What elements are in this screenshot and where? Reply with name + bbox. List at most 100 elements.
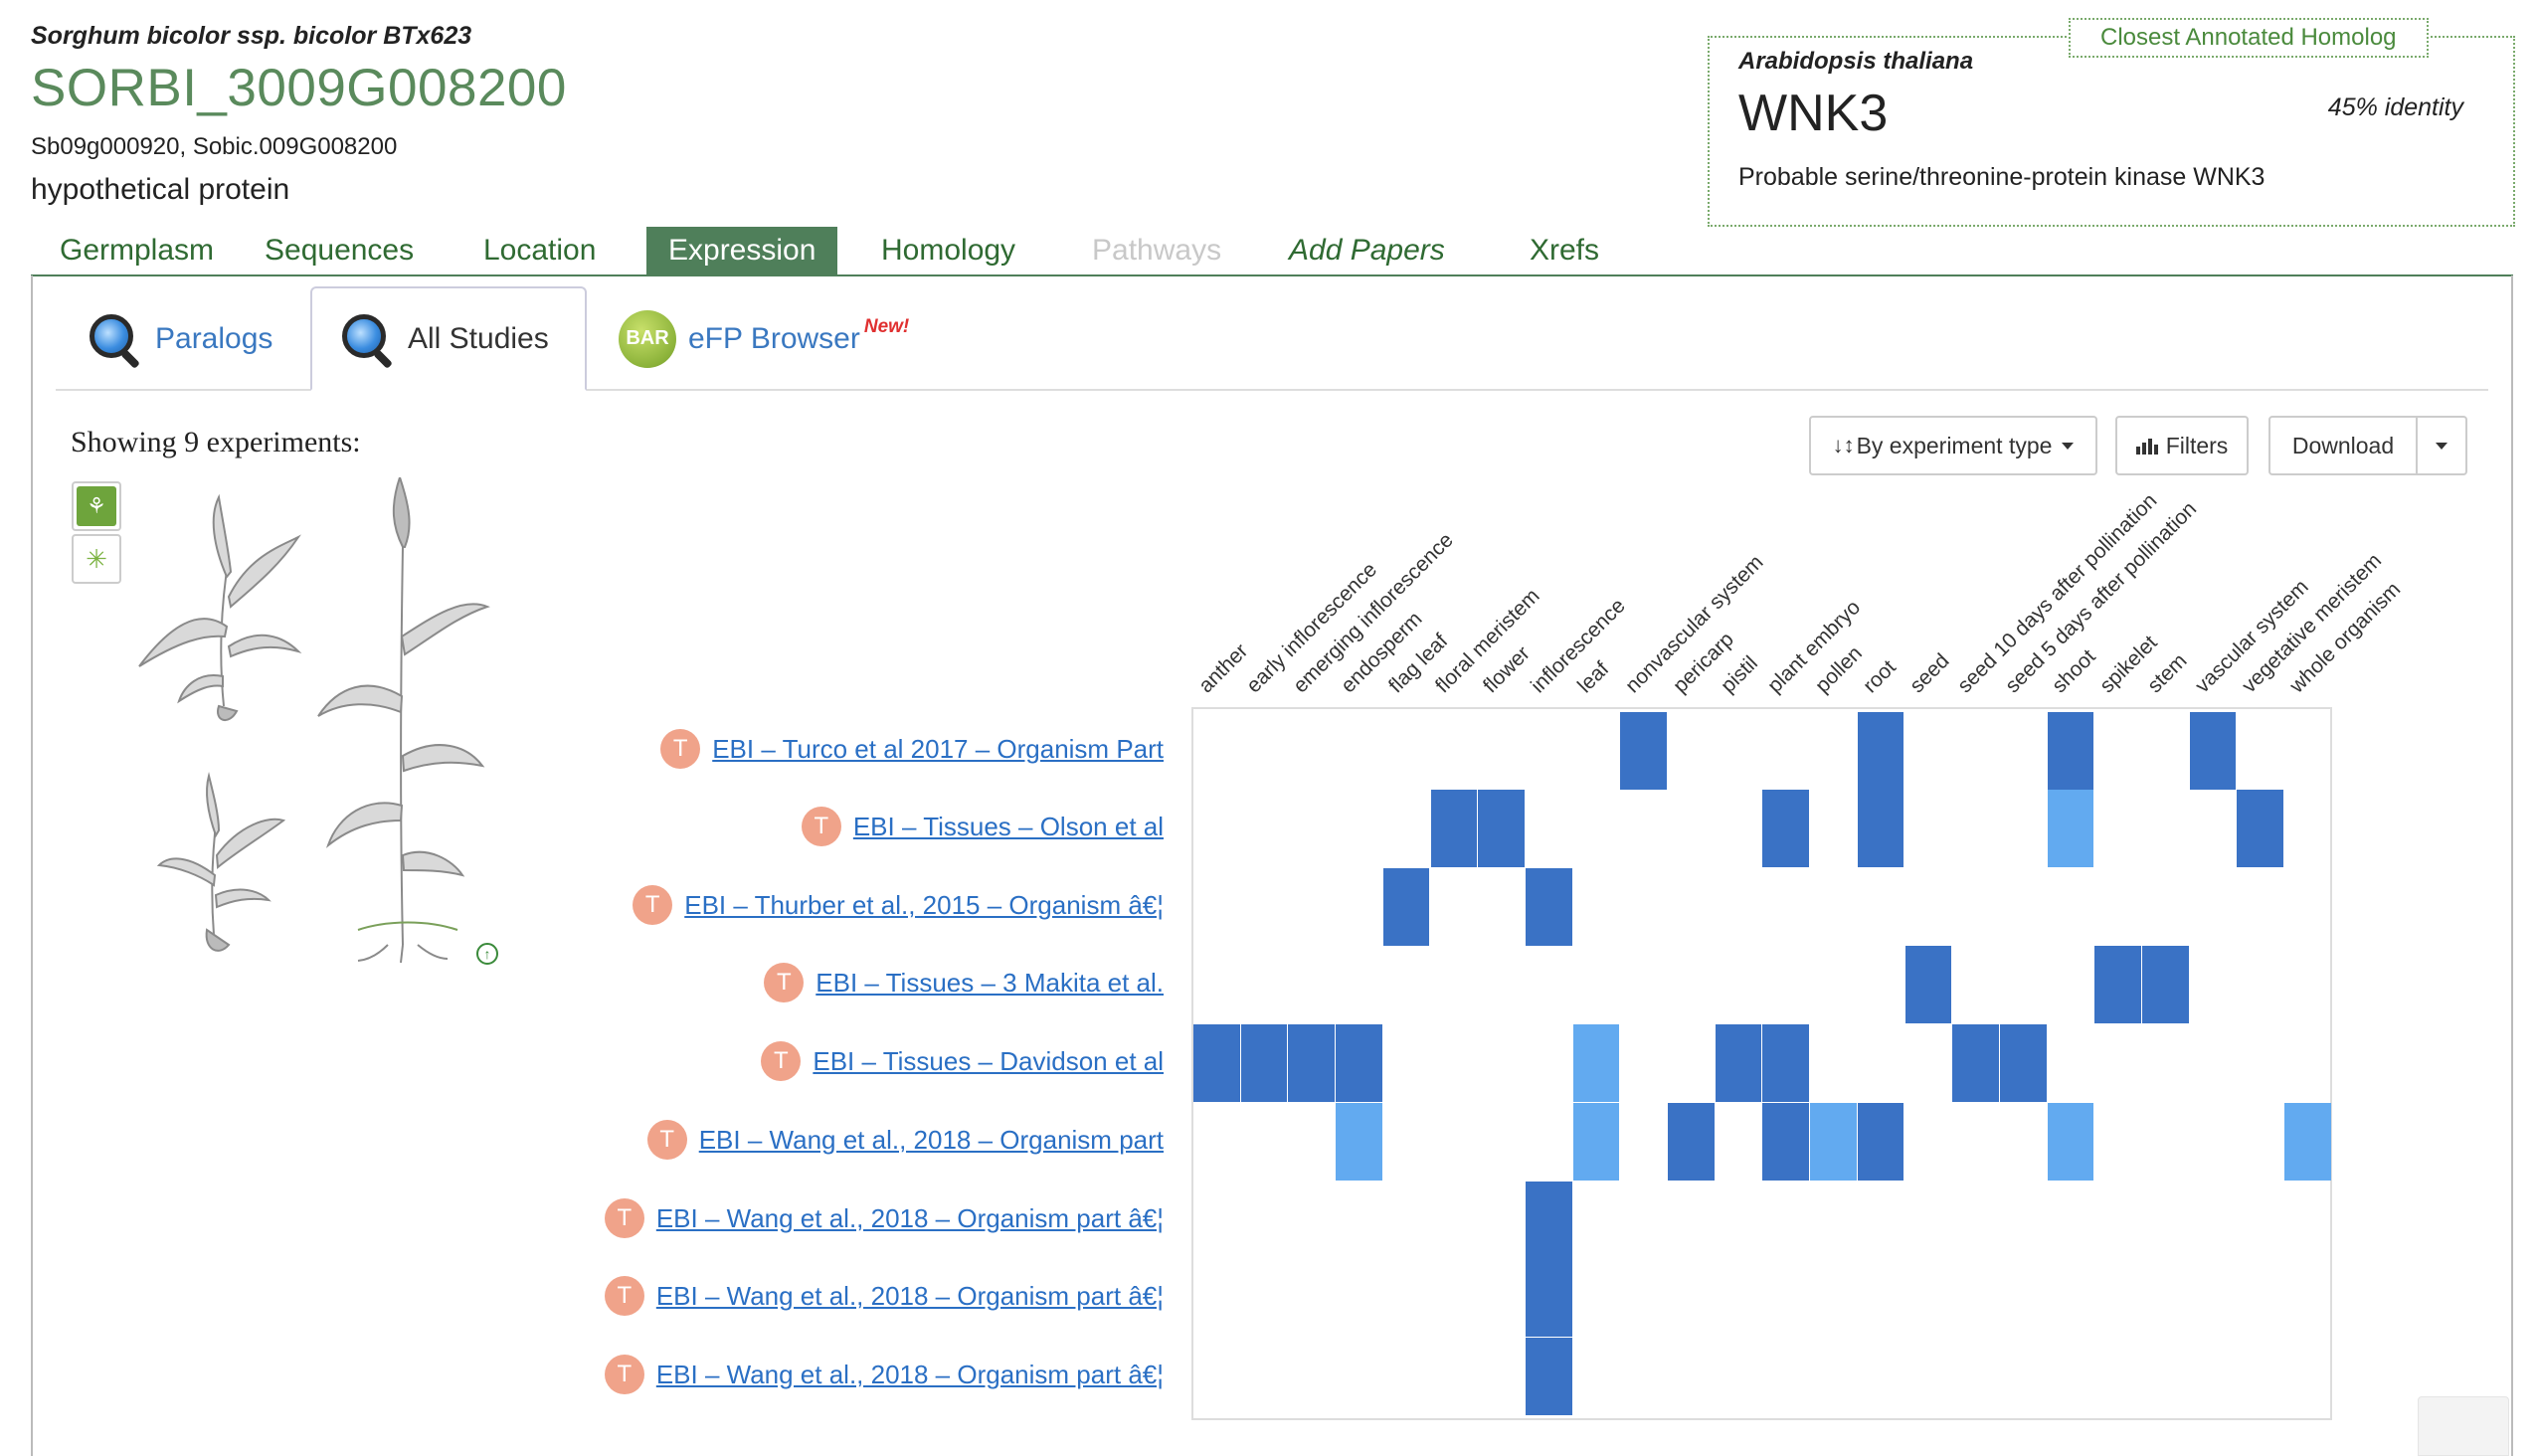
sort-dropdown[interactable]: ↓↕ By experiment type	[1809, 416, 2097, 475]
experiment-label: EBI – Wang et al., 2018 – Organism part	[698, 1124, 1164, 1155]
experiment-row-link[interactable]: T EBI – Tissues – Davidson et al	[761, 1041, 1164, 1082]
heatmap-cell[interactable]	[1336, 1103, 1382, 1181]
tab-location[interactable]: Location	[483, 227, 596, 274]
heatmap-cell[interactable]	[2047, 790, 2094, 867]
heatmap-cell[interactable]	[1715, 1024, 1762, 1102]
transcriptome-icon: T	[604, 1198, 644, 1239]
homolog-description: Probable serine/threonine-protein kinase…	[1738, 163, 2266, 191]
heatmap-cell[interactable]	[1336, 1024, 1382, 1102]
experiment-row-link[interactable]: T EBI – Wang et al., 2018 – Organism part…	[604, 1198, 1164, 1239]
filter-grid-icon	[2135, 439, 2158, 455]
sorghum-plant-illustration	[138, 477, 490, 964]
tab-expression[interactable]: Expression	[646, 227, 838, 274]
experiment-label: EBI – Tissues – Davidson et al	[813, 1045, 1164, 1076]
experiment-label: EBI – Turco et al 2017 – Organism Part	[712, 733, 1164, 764]
heatmap-cell[interactable]	[1572, 1103, 1620, 1181]
new-badge: New!	[863, 316, 910, 337]
subtab-all-studies[interactable]: All Studies	[310, 286, 587, 391]
heatmap-cell[interactable]	[1999, 1024, 2047, 1102]
filters-label: Filters	[2165, 432, 2229, 458]
heatmap-cell[interactable]	[1762, 1103, 1810, 1181]
heatmap-cell[interactable]	[1240, 1024, 1288, 1102]
subtab-efp-label: eFP Browser	[688, 321, 860, 355]
heatmap-cell[interactable]	[1668, 1103, 1715, 1181]
heatmap-cell[interactable]	[1952, 1024, 1999, 1102]
download-label: Download	[2291, 432, 2395, 458]
transcriptome-icon: T	[764, 963, 805, 1003]
chevron-down-icon	[2436, 442, 2447, 450]
experiment-row-link[interactable]: T EBI – Wang et al., 2018 – Organism part…	[604, 1276, 1164, 1317]
homolog-species: Arabidopsis thaliana	[1738, 48, 1974, 75]
heatmap-cell[interactable]	[1525, 868, 1572, 946]
experiment-count: Showing 9 experiments:	[71, 426, 361, 458]
tab-xrefs[interactable]: Xrefs	[1530, 227, 1599, 274]
magnifier-icon	[338, 310, 396, 369]
heatmap-cell[interactable]	[1620, 712, 1667, 790]
info-icon[interactable]: ↑	[476, 943, 498, 965]
heatmap-cell[interactable]	[2284, 1103, 2331, 1181]
tab-germplasm[interactable]: Germplasm	[60, 227, 214, 274]
experiment-row-link[interactable]: T EBI – Wang et al., 2018 – Organism part	[646, 1120, 1164, 1161]
experiment-row-link[interactable]: T EBI – Tissues – 3 Makita et al.	[764, 963, 1164, 1003]
heatmap-cell[interactable]	[1478, 790, 1525, 867]
heatmap-cell[interactable]	[2047, 712, 2094, 790]
species-name: Sorghum bicolor ssp. bicolor BTx623	[31, 22, 472, 50]
bar-icon: BAR	[619, 309, 676, 368]
heatmap-cell[interactable]	[1904, 946, 1952, 1023]
heatmap-cell[interactable]	[1572, 1024, 1620, 1102]
plant-icon: ⚘	[77, 486, 116, 526]
gene-id-title: SORBI_3009G008200	[31, 59, 567, 117]
heatmap-cell[interactable]	[2142, 946, 2189, 1023]
heatmap-cell[interactable]	[1857, 1103, 1904, 1181]
gene-synonyms: Sb09g000920, Sobic.009G008200	[31, 133, 398, 160]
cell-view-button[interactable]: ✳	[72, 534, 121, 584]
subtab-paralogs[interactable]: Paralogs	[86, 286, 284, 391]
homolog-gene[interactable]: WNK3	[1738, 84, 1888, 143]
heatmap-cell[interactable]	[1525, 1338, 1572, 1415]
homolog-legend: Closest Annotated Homolog	[2069, 18, 2429, 58]
heatmap-cell[interactable]	[1762, 790, 1810, 867]
sort-icon: ↓↕	[1832, 433, 1855, 457]
scroll-top-tab[interactable]	[2418, 1396, 2509, 1456]
heatmap-cell[interactable]	[1762, 1024, 1810, 1102]
tab-add-papers[interactable]: Add Papers	[1289, 227, 1445, 274]
subtab-all-studies-label: All Studies	[408, 321, 549, 355]
transcriptome-icon: T	[761, 1041, 802, 1082]
heatmap-cell[interactable]	[1525, 1182, 1572, 1259]
heatmap-cell[interactable]	[1810, 1103, 1857, 1181]
plant-view-button[interactable]: ⚘	[72, 481, 121, 531]
experiment-label: EBI – Wang et al., 2018 – Organism part …	[655, 1202, 1164, 1233]
experiment-row-link[interactable]: T EBI – Tissues – Olson et al	[801, 807, 1164, 847]
heatmap-cell[interactable]	[2189, 712, 2237, 790]
heatmap-cell[interactable]	[2047, 1103, 2094, 1181]
subtab-efp-browser[interactable]: BAR eFP Browser New!	[619, 286, 937, 391]
heatmap-cell[interactable]	[2237, 790, 2284, 867]
heatmap-cell[interactable]	[1525, 1259, 1572, 1337]
experiment-row-link[interactable]: T EBI – Thurber et al., 2015 – Organism â…	[633, 885, 1164, 926]
tab-sequences[interactable]: Sequences	[265, 227, 414, 274]
flower-icon: ✳	[77, 539, 116, 579]
transcriptome-icon: T	[633, 885, 673, 926]
experiment-label: EBI – Wang et al., 2018 – Organism part …	[655, 1280, 1164, 1311]
experiment-label: EBI – Thurber et al., 2015 – Organism â€…	[684, 889, 1164, 920]
download-dropdown-toggle[interactable]	[2416, 416, 2467, 475]
subtab-paralogs-label: Paralogs	[155, 321, 273, 355]
sort-label: By experiment type	[1856, 432, 2053, 458]
download-button[interactable]: Download	[2268, 416, 2418, 475]
heatmap-cell[interactable]	[1382, 868, 1430, 946]
heatmap-cell[interactable]	[1857, 712, 1904, 790]
heatmap-cell[interactable]	[1857, 790, 1904, 867]
chevron-down-icon	[2062, 442, 2075, 450]
heatmap-cell[interactable]	[1430, 790, 1478, 867]
filters-button[interactable]: Filters	[2115, 416, 2249, 475]
heatmap-cell[interactable]	[2094, 946, 2141, 1023]
experiment-row-link[interactable]: T EBI – Turco et al 2017 – Organism Part	[660, 729, 1164, 770]
transcriptome-icon: T	[604, 1355, 644, 1395]
transcriptome-icon: T	[604, 1276, 644, 1317]
experiment-label: EBI – Tissues – 3 Makita et al.	[816, 967, 1164, 998]
heatmap-cell[interactable]	[1193, 1024, 1240, 1102]
heatmap-cell[interactable]	[1288, 1024, 1336, 1102]
experiment-row-link[interactable]: T EBI – Wang et al., 2018 – Organism part…	[604, 1355, 1164, 1395]
tab-homology[interactable]: Homology	[881, 227, 1015, 274]
gene-description: hypothetical protein	[31, 173, 290, 206]
